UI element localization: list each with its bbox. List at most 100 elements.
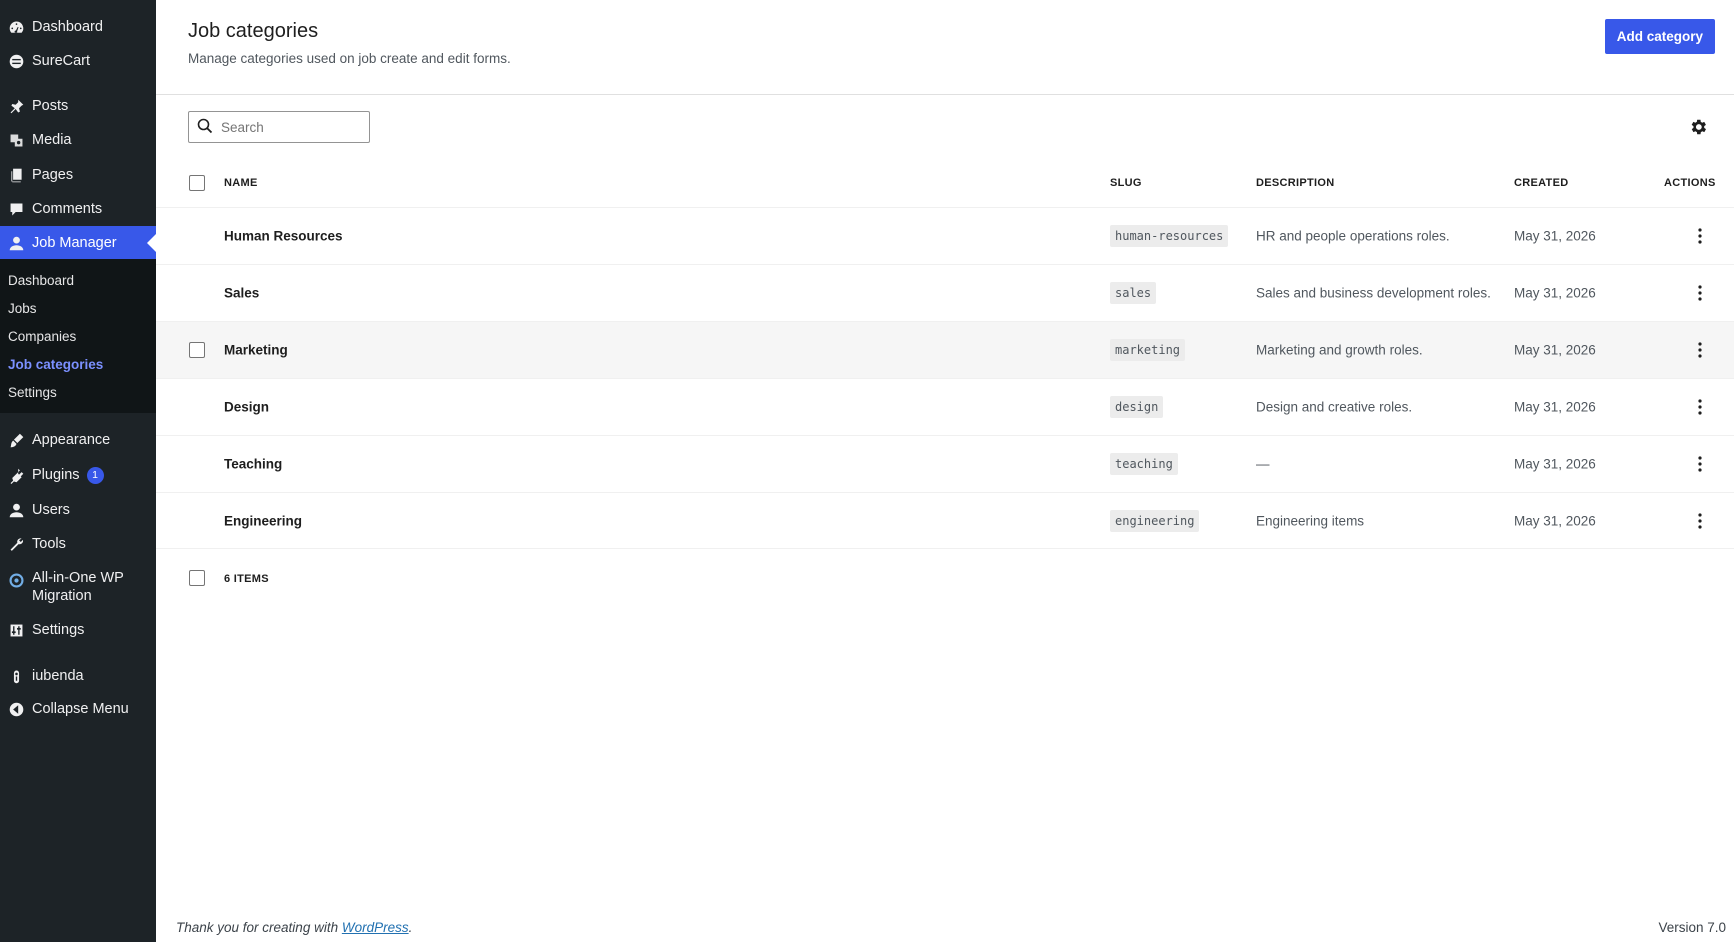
category-name[interactable]: Human Resources	[224, 229, 343, 244]
column-header-created[interactable]: CREATED	[1514, 177, 1568, 189]
menu-label: All-in-One WP Migration	[32, 569, 124, 605]
job-manager-submenu: Dashboard Jobs Companies Job categories …	[0, 259, 156, 413]
column-header-description[interactable]: DESCRIPTION	[1256, 177, 1334, 189]
row-actions-more-icon[interactable]	[1690, 397, 1710, 417]
submenu-settings[interactable]: Settings	[8, 385, 57, 400]
pages-icon	[6, 165, 26, 185]
footer-thanks-prefix: Thank you for creating with	[176, 920, 342, 935]
user-icon	[6, 233, 26, 253]
category-description: Engineering items	[1256, 513, 1365, 528]
items-count: 6 ITEMS	[224, 573, 269, 585]
footer-thanks-suffix: .	[408, 920, 413, 935]
category-created: May 31, 2026	[1514, 513, 1596, 528]
category-slug: sales	[1110, 282, 1157, 304]
collapse-icon	[6, 699, 26, 719]
dashboard-icon	[6, 17, 26, 37]
table-row[interactable]: Teaching teaching — May 31, 2026	[156, 435, 1734, 492]
menu-surecart[interactable]: SureCart	[0, 48, 156, 74]
category-name[interactable]: Engineering	[224, 513, 302, 528]
category-slug: human-resources	[1110, 225, 1229, 247]
category-description: —	[1256, 456, 1270, 472]
plugins-update-badge: 1	[86, 466, 104, 484]
category-name[interactable]: Sales	[224, 286, 259, 301]
menu-label-line2: Migration	[32, 588, 92, 604]
column-header-name[interactable]: NAME	[224, 177, 258, 189]
row-actions-more-icon[interactable]	[1690, 454, 1710, 474]
version-text: Version 7.0	[1658, 920, 1726, 935]
row-actions-more-icon[interactable]	[1690, 340, 1710, 360]
menu-job-manager[interactable]: Job Manager	[0, 226, 156, 260]
category-created: May 31, 2026	[1514, 399, 1596, 415]
menu-appearance[interactable]: Appearance	[0, 427, 156, 453]
media-icon	[6, 130, 26, 150]
plugin-icon	[6, 465, 26, 485]
category-name[interactable]: Design	[224, 400, 269, 415]
category-created: May 31, 2026	[1514, 228, 1596, 244]
table-row[interactable]: Marketing marketing Marketing and growth…	[156, 321, 1734, 378]
menu-tools[interactable]: Tools	[0, 531, 156, 557]
current-arrow	[147, 234, 156, 252]
menu-media[interactable]: Media	[0, 127, 156, 153]
table-row[interactable]: Human Resources human-resources HR and p…	[156, 207, 1734, 264]
menu-label: Appearance	[32, 432, 111, 448]
category-created: May 31, 2026	[1514, 285, 1596, 301]
menu-label: SureCart	[32, 53, 91, 69]
menu-pages[interactable]: Pages	[0, 162, 156, 188]
table-row[interactable]: Sales sales Sales and business developme…	[156, 264, 1734, 321]
menu-posts[interactable]: Posts	[0, 93, 156, 119]
category-slug: design	[1110, 396, 1164, 418]
surecart-icon	[6, 51, 26, 71]
table-row[interactable]: Design design Design and creative roles.…	[156, 378, 1734, 435]
table-row[interactable]: Engineering engineering Engineering item…	[156, 492, 1734, 549]
category-slug: marketing	[1110, 339, 1186, 361]
main-content: Job categories Manage categories used on…	[156, 0, 1734, 942]
row-actions-more-icon[interactable]	[1690, 511, 1710, 531]
row-checkbox[interactable]	[189, 342, 205, 358]
search-icon	[197, 118, 213, 137]
category-created: May 31, 2026	[1514, 342, 1596, 358]
submenu-jobs[interactable]: Jobs	[8, 301, 37, 316]
category-name[interactable]: Marketing	[224, 343, 288, 358]
search-field[interactable]	[188, 111, 370, 143]
menu-iubenda[interactable]: iubenda	[0, 663, 156, 689]
menu-all-in-one-wp-migration[interactable]: All-in-One WP Migration	[0, 569, 156, 609]
footer-select-all-checkbox[interactable]	[189, 570, 205, 586]
menu-users[interactable]: Users	[0, 497, 156, 523]
menu-label: Posts	[32, 98, 69, 114]
view-options-gear-icon[interactable]	[1688, 117, 1708, 137]
menu-label: Media	[32, 132, 72, 148]
admin-sidebar: Dashboard SureCart Posts Media Pages Com…	[0, 0, 156, 942]
row-actions-more-icon[interactable]	[1690, 226, 1710, 246]
iubenda-icon	[6, 666, 26, 686]
users-icon	[6, 500, 26, 520]
menu-plugins[interactable]: Plugins 1	[0, 462, 156, 488]
menu-dashboard[interactable]: Dashboard	[0, 14, 156, 40]
comment-icon	[6, 199, 26, 219]
add-category-button[interactable]: Add category	[1604, 19, 1715, 54]
collapse-menu-button[interactable]: Collapse Menu	[0, 696, 156, 722]
category-description: Sales and business development roles.	[1256, 285, 1491, 301]
wordpress-link[interactable]: WordPress	[342, 920, 409, 935]
menu-label: iubenda	[32, 668, 84, 684]
category-description: Design and creative roles.	[1256, 399, 1413, 415]
menu-label-line1: All-in-One WP	[32, 570, 124, 586]
column-header-slug[interactable]: SLUG	[1110, 177, 1142, 189]
page-header: Job categories Manage categories used on…	[156, 0, 1734, 95]
submenu-job-categories[interactable]: Job categories	[8, 357, 103, 372]
row-actions-more-icon[interactable]	[1690, 283, 1710, 303]
category-description: Marketing and growth roles.	[1256, 342, 1423, 358]
pin-icon	[6, 96, 26, 116]
menu-label: Pages	[32, 167, 74, 183]
search-input[interactable]	[221, 119, 361, 135]
select-all-checkbox[interactable]	[189, 175, 205, 191]
menu-label: Settings	[32, 622, 85, 638]
menu-settings[interactable]: Settings	[0, 617, 156, 643]
menu-label: Dashboard	[32, 19, 103, 35]
category-name[interactable]: Teaching	[224, 457, 282, 472]
submenu-companies[interactable]: Companies	[8, 329, 76, 344]
submenu-dashboard[interactable]: Dashboard	[8, 273, 74, 288]
category-description: HR and people operations roles.	[1256, 228, 1450, 244]
category-slug: teaching	[1110, 453, 1178, 475]
category-slug: engineering	[1110, 509, 1200, 532]
menu-comments[interactable]: Comments	[0, 196, 156, 222]
